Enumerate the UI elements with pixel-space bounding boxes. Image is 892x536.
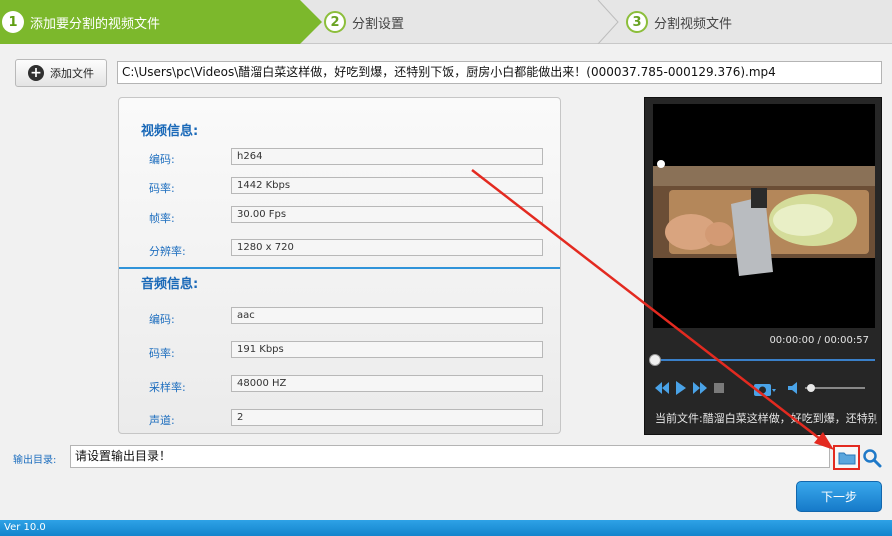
video-framerate-field: 30.00 Fps bbox=[231, 206, 543, 223]
status-bar: Ver 10.0 bbox=[0, 520, 892, 536]
step-label: 添加要分割的视频文件 bbox=[30, 16, 161, 32]
video-info-title: 视频信息: bbox=[141, 124, 199, 139]
audio-channels-label: 声道: bbox=[149, 414, 175, 427]
audio-codec-field: aac bbox=[231, 307, 543, 324]
progress-knob[interactable] bbox=[649, 354, 661, 366]
wizard-steps: 1 添加要分割的视频文件 2 分割设置 3 分割视频文件 bbox=[0, 0, 892, 44]
step-separator bbox=[597, 0, 619, 44]
volume-slider[interactable] bbox=[805, 380, 865, 396]
add-file-label: 添加文件 bbox=[50, 67, 94, 80]
video-bitrate-label: 码率: bbox=[149, 182, 175, 195]
playback-time: 00:00:00 / 00:00:57 bbox=[769, 335, 869, 346]
step-number: 1 bbox=[2, 11, 24, 33]
step-split-settings[interactable]: 2 分割设置 bbox=[324, 0, 404, 44]
step-number: 3 bbox=[626, 11, 648, 33]
video-frame-image bbox=[653, 104, 875, 328]
step-split-video[interactable]: 3 分割视频文件 bbox=[626, 0, 732, 44]
browse-folder-button[interactable] bbox=[833, 445, 860, 470]
current-file-text: 当前文件:醋溜白菜这样做，好吃到爆，还特别下饭，厨房小白都能做出来！ bbox=[655, 412, 877, 425]
audio-codec-label: 编码: bbox=[149, 313, 175, 326]
audio-bitrate-label: 码率: bbox=[149, 347, 175, 360]
step-label: 分割设置 bbox=[352, 16, 405, 32]
audio-samplerate-field: 48000 HZ bbox=[231, 375, 543, 392]
step-add-file[interactable]: 1 添加要分割的视频文件 bbox=[0, 0, 322, 44]
player-controls bbox=[655, 380, 875, 398]
file-path-field[interactable]: C:\Users\pc\Videos\醋溜白菜这样做，好吃到爆，还特别下饭，厨房… bbox=[117, 61, 882, 84]
audio-channels-field: 2 bbox=[231, 409, 543, 426]
output-dir-label: 输出目录: bbox=[13, 455, 57, 466]
video-framerate-label: 帧率: bbox=[149, 212, 175, 225]
video-resolution-field: 1280 x 720 bbox=[231, 239, 543, 256]
fast-forward-icon[interactable] bbox=[693, 380, 707, 396]
video-player: 00:00:00 / 00:00:57 当前文件:醋溜白菜这样做，好吃到爆，还特… bbox=[644, 97, 882, 435]
media-info-panel: 视频信息: 编码: h264 码率: 1442 Kbps 帧率: 30.00 F… bbox=[118, 97, 561, 434]
video-codec-field: h264 bbox=[231, 148, 543, 165]
camera-icon[interactable] bbox=[753, 380, 777, 398]
rewind-icon[interactable] bbox=[655, 380, 669, 396]
play-icon[interactable] bbox=[675, 380, 687, 396]
search-icon[interactable] bbox=[862, 448, 882, 468]
next-button[interactable]: 下一步 bbox=[796, 481, 882, 512]
video-codec-label: 编码: bbox=[149, 153, 175, 166]
volume-icon[interactable] bbox=[787, 380, 803, 396]
progress-track[interactable] bbox=[655, 359, 875, 361]
folder-icon bbox=[838, 452, 855, 465]
step-label: 分割视频文件 bbox=[654, 16, 733, 32]
video-preview[interactable] bbox=[653, 104, 875, 328]
plus-icon: + bbox=[28, 65, 44, 81]
video-resolution-label: 分辨率: bbox=[149, 245, 186, 258]
audio-info-title: 音频信息: bbox=[141, 277, 199, 292]
add-file-button[interactable]: + 添加文件 bbox=[15, 59, 107, 87]
audio-samplerate-label: 采样率: bbox=[149, 381, 186, 394]
video-bitrate-field: 1442 Kbps bbox=[231, 177, 543, 194]
step-number: 2 bbox=[324, 11, 346, 33]
stop-icon[interactable] bbox=[713, 380, 725, 396]
output-dir-field[interactable]: 请设置输出目录！ bbox=[70, 445, 830, 468]
section-divider bbox=[119, 267, 560, 269]
audio-bitrate-field: 191 Kbps bbox=[231, 341, 543, 358]
